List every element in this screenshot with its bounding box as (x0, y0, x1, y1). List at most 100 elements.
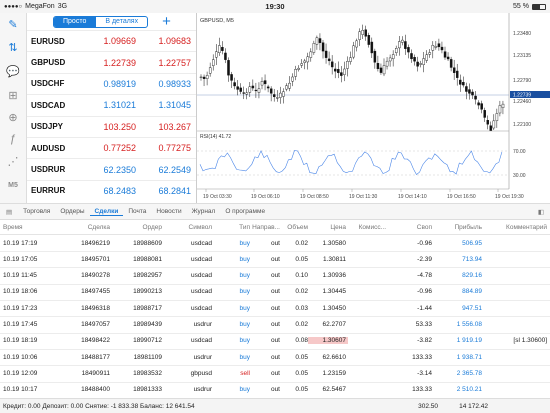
candle-body (413, 57, 416, 62)
terminal-tab[interactable]: Почта (123, 208, 151, 216)
deal-type: buy (239, 304, 250, 312)
deal-comment: [sl 1.30600] (513, 337, 547, 345)
deal-order: 18990213 (133, 288, 162, 296)
quote-row[interactable]: USDRUR 62.2350 62.2549 (27, 158, 196, 179)
terminal-tab[interactable]: О программе (220, 208, 270, 216)
deal-symbol: gbpusd (190, 369, 212, 377)
deal-time: 10.19 11:45 (3, 272, 37, 280)
deal-row[interactable]: 10.19 17:19 18496219 18988609 usdcad buy out 0… (0, 235, 550, 253)
terminal-icon[interactable]: ▤ (0, 208, 18, 216)
deal-deal: 18497057 (81, 321, 110, 329)
column-header[interactable]: Прибыль (432, 224, 483, 231)
deal-time: 10.19 17:23 (3, 304, 38, 312)
column-header[interactable]: Объем (280, 224, 308, 231)
account-summary: Кредит: 0.00 Депозит: 0.00 Снятие: -1 83… (0, 398, 550, 413)
candle-body (315, 37, 319, 45)
deal-row[interactable]: 10.19 17:05 18495701 18988081 usdcad buy out 0… (0, 251, 550, 269)
simple-view-button[interactable]: Просто (54, 16, 96, 27)
quote-ask: 68.2841 (158, 185, 191, 196)
column-header[interactable]: Тип (212, 224, 250, 231)
deal-row[interactable]: 10.19 10:17 18488400 18981333 usdrur buy out 0… (0, 382, 550, 399)
column-header[interactable]: Символ (162, 224, 212, 231)
column-header[interactable]: Своп (386, 224, 432, 231)
terminal-tab[interactable]: Сделки (89, 208, 124, 216)
deal-row[interactable]: 10.19 11:45 18490278 18982957 usdcad buy out 0… (0, 268, 550, 285)
quote-row[interactable]: USDJPY 103.250 103.267 (27, 115, 196, 137)
price-label: 1.23135 (513, 53, 531, 59)
deal-row[interactable]: 10.19 17:45 18497057 18989439 usdrur buy out 0… (0, 317, 550, 334)
candle-body (398, 41, 401, 49)
candle-body (486, 120, 490, 125)
terminal-tab[interactable]: Журнал (187, 208, 221, 216)
candle-body (263, 80, 267, 85)
deal-profit: 947.51 (462, 304, 482, 312)
detailed-view-button[interactable]: В деталях (95, 16, 147, 27)
crosshair-icon[interactable]: ⊕ (4, 109, 22, 125)
column-header[interactable]: Сделка (58, 224, 110, 231)
candle-body (269, 88, 273, 94)
deal-profit: 2 510.21 (456, 386, 482, 394)
add-symbol-button[interactable]: + (162, 14, 171, 29)
candle-body (199, 76, 203, 78)
terminal-tab[interactable]: Ордеры (55, 208, 89, 216)
deal-profit: 884.89 (462, 288, 482, 296)
column-header[interactable]: Комментарий (482, 224, 550, 231)
quote-ask: 103.267 (158, 121, 191, 132)
deal-row[interactable]: 10.19 12:09 18490911 18983532 gbpusd sell out… (0, 365, 550, 383)
quotes-list: EURUSD 1.09669 1.09683 GBPUSD 1.22739 1.2… (27, 30, 196, 201)
deal-row[interactable]: 10.19 18:19 18498422 18990712 usdcad buy out 0… (0, 333, 550, 350)
deal-symbol: usdrur (193, 321, 212, 329)
quote-row[interactable]: GBPUSD 1.22739 1.22757 (27, 51, 196, 72)
candle-body (446, 56, 450, 60)
deal-volume: 0.05 (295, 255, 308, 263)
chart-area[interactable]: GBPUSD, M5 1.23480 1.23135 1.22790 1.22460 1.… (196, 13, 550, 203)
candle-body (477, 102, 480, 106)
deal-row[interactable]: 10.19 17:23 18496318 18988717 usdcad buy out 0… (0, 300, 550, 318)
quote-ask: 0.98933 (158, 78, 191, 89)
deal-row[interactable]: 10.19 18:06 18497455 18990213 usdcad buy out 0… (0, 284, 550, 302)
deal-type: buy (239, 272, 250, 280)
chart-title: GBPUSD, M5 (200, 18, 234, 24)
edit-icon[interactable]: ✎ (4, 16, 22, 32)
timeframe-m5-icon[interactable]: M5 (4, 177, 22, 193)
split-view-icon[interactable]: ◧ (538, 208, 550, 216)
price-chart[interactable]: GBPUSD, M51.234801.231351.227901.224601.… (197, 13, 550, 203)
candle-body (355, 40, 358, 48)
deal-row[interactable]: 10.19 10:06 18488177 18981109 usdrur buy out 0… (0, 349, 550, 367)
objects-icon[interactable]: ⋰ (4, 153, 22, 169)
column-header[interactable]: Время (0, 224, 58, 231)
deal-deal: 18498422 (81, 337, 110, 345)
candle-body (416, 61, 419, 67)
deal-type: buy (239, 255, 250, 263)
quote-row[interactable]: USDCAD 1.31021 1.31045 (27, 94, 196, 115)
terminal-tab[interactable]: Торговля (18, 208, 55, 216)
candle-body (248, 86, 252, 93)
deal-volume: 0.03 (295, 304, 308, 312)
trade-arrows-icon[interactable]: ⇅ (4, 39, 22, 55)
terminal-tab[interactable]: Новости (151, 208, 186, 216)
quote-row[interactable]: EURRUR 68.2483 68.2841 (27, 179, 196, 201)
quote-row[interactable]: EURUSD 1.09669 1.09683 (27, 30, 196, 51)
add-document-icon[interactable]: ⊞ (4, 87, 22, 103)
quote-row[interactable]: USDCHF 0.98919 0.98933 (27, 72, 196, 94)
quotes-panel: Просто В деталях + EURUSD 1.09669 1.0968… (27, 13, 196, 203)
candle-body (245, 92, 249, 95)
quote-ask: 62.2549 (158, 164, 191, 175)
quote-row[interactable]: AUDUSD 0.77252 0.77275 (27, 136, 196, 158)
candle-body (370, 41, 374, 54)
column-header[interactable]: Комисс... (348, 224, 386, 231)
deal-order: 18989439 (133, 321, 162, 329)
deal-profit: 829.16 (462, 272, 482, 280)
candle-body (410, 53, 413, 60)
quote-bid: 1.22739 (103, 57, 136, 68)
quote-ask: 0.77275 (158, 143, 191, 154)
column-header[interactable]: Направ... (250, 224, 280, 231)
time-label: 19 Oct 19:30 (495, 194, 524, 200)
deal-type: buy (239, 386, 250, 394)
column-header[interactable]: Цена (308, 224, 348, 231)
column-header[interactable]: Ордер (110, 224, 162, 231)
quote-symbol: EURUSD (31, 36, 65, 46)
chat-icon[interactable]: 💬 (4, 63, 22, 79)
candle-body (385, 60, 389, 67)
indicators-icon[interactable]: ƒ (4, 131, 22, 147)
